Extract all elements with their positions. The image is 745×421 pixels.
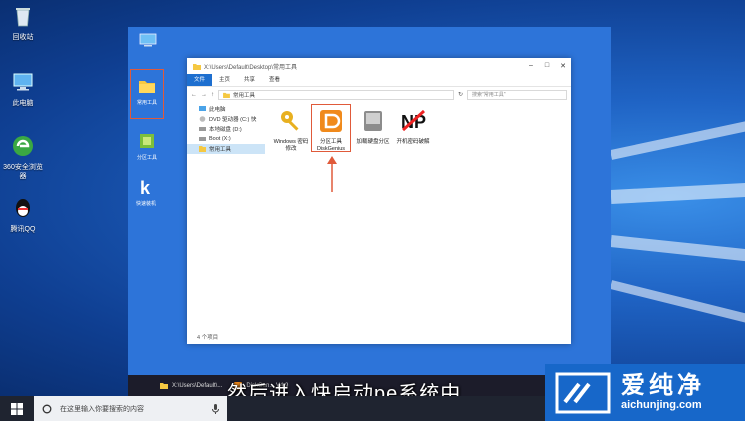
- windows-logo-icon: [11, 402, 23, 415]
- key-icon: [281, 111, 299, 131]
- file-item-diskgenius[interactable]: 分区工具 DiskGenius: [311, 104, 351, 152]
- nav-item-boot[interactable]: Boot (X:): [187, 134, 265, 144]
- wallpaper-beam: [609, 280, 745, 323]
- computer-icon: [139, 33, 157, 47]
- file-label: Windows 密码修改: [273, 139, 309, 152]
- watermark-brand: 爱纯净: [621, 372, 705, 399]
- ribbon-tabs: 文件 主页 共享 查看: [187, 74, 571, 86]
- folder-icon: [199, 146, 206, 152]
- vm-icon-common-tools[interactable]: 常用工具: [130, 69, 164, 119]
- minimize-button[interactable]: –: [523, 62, 539, 70]
- file-label: 分区工具 DiskGenius: [316, 139, 346, 152]
- wallpaper-beam: [609, 121, 745, 160]
- search-input[interactable]: 搜索"常用工具": [467, 89, 567, 100]
- maximize-button[interactable]: □: [539, 62, 555, 70]
- folder-icon: [139, 81, 155, 93]
- disk-icon: [364, 111, 382, 131]
- search-placeholder: 搜索"常用工具": [472, 92, 506, 98]
- desktop-icon-computer[interactable]: 此电脑: [0, 70, 46, 108]
- nav-item-label: 此电脑: [209, 107, 226, 113]
- address-row: ← → ↑ 常用工具 ↻ 搜索"常用工具": [187, 86, 571, 102]
- desktop-icon-label: 腾讯QQ: [10, 226, 36, 233]
- nav-item-label: 常用工具: [209, 147, 232, 153]
- microphone-icon[interactable]: [212, 403, 219, 414]
- vm-icon-quick-install[interactable]: k 快速装机: [129, 177, 163, 208]
- np-icon: NP: [401, 109, 426, 132]
- search-circle-icon: [42, 404, 52, 413]
- browser-icon: [13, 136, 33, 156]
- wallpaper-beam: [610, 235, 745, 262]
- arrow-annotation: [327, 156, 337, 192]
- navigation-pane: 此电脑 DVD 驱动器 (C:) 快 本地磁盘 (D:) Boot (X:) 常…: [187, 104, 265, 329]
- folder-icon: [223, 92, 230, 98]
- nav-item-label: DVD 驱动器 (C:) 快: [209, 117, 257, 123]
- file-item-windows-password[interactable]: Windows 密码修改: [271, 108, 311, 153]
- file-item-load-disk[interactable]: 加载硬盘分区: [353, 108, 393, 146]
- vm-icon-label: 分区工具: [136, 155, 157, 161]
- vm-task-label: X:\Users\Default\...: [172, 382, 223, 389]
- folder-icon: [193, 63, 201, 70]
- nav-item-common-tools[interactable]: 常用工具: [187, 144, 265, 154]
- status-bar: 4 个项目: [197, 335, 219, 341]
- tool-icon: [140, 134, 154, 148]
- vm-icon-label: 常用工具: [136, 100, 157, 106]
- host-desktop: 回收站 此电脑 360安全浏览器 腾讯QQ 常用工具 分区工具 k 快速装机 X…: [0, 0, 745, 396]
- file-label: 开机密码破解: [396, 139, 430, 145]
- up-button[interactable]: ↑: [211, 92, 214, 98]
- file-list: Windows 密码修改 分区工具 DiskGenius 加载硬盘分区 NP 开…: [271, 104, 567, 329]
- recycle-bin-icon: [16, 8, 30, 27]
- window-titlebar: X:\Users\Default\Desktop\常用工具 – □ ✕: [187, 58, 571, 74]
- taskbar-search-box[interactable]: 在这里输入你要搜索的内容: [34, 396, 227, 421]
- file-label: 加载硬盘分区: [356, 139, 390, 145]
- watermark-text: 爱纯净 aichunjing.com: [621, 373, 705, 412]
- computer-icon: [13, 73, 33, 91]
- wallpaper-beam: [610, 182, 745, 204]
- svg-text:k: k: [140, 178, 151, 197]
- address-bar[interactable]: 常用工具: [218, 89, 454, 100]
- brand-logo-icon: [555, 372, 611, 413]
- window-title: X:\Users\Default\Desktop\常用工具: [204, 64, 298, 71]
- tab-share[interactable]: 共享: [237, 74, 262, 86]
- desktop-icon-label: 此电脑: [12, 100, 34, 107]
- vm-icon-computer[interactable]: [131, 31, 165, 55]
- computer-icon: [199, 106, 206, 111]
- dvd-icon: [199, 116, 206, 122]
- close-button[interactable]: ✕: [555, 62, 571, 70]
- vm-task-explorer[interactable]: X:\Users\Default\...: [128, 375, 228, 396]
- watermark-url: aichunjing.com: [621, 399, 702, 411]
- tab-file[interactable]: 文件: [187, 74, 213, 86]
- desktop-icon-recycle-bin[interactable]: 回收站: [0, 4, 46, 42]
- file-item-np[interactable]: NP 开机密码破解: [393, 108, 433, 146]
- k-icon: k: [140, 178, 151, 198]
- start-button[interactable]: [0, 396, 34, 421]
- vm-icon-partition[interactable]: 分区工具: [130, 131, 164, 162]
- desktop-icon-label: 360安全浏览器: [3, 164, 43, 180]
- back-button[interactable]: ←: [191, 92, 197, 98]
- diskgenius-icon: [320, 110, 342, 132]
- nav-item-dvd[interactable]: DVD 驱动器 (C:) 快: [187, 114, 265, 124]
- refresh-icon[interactable]: ↻: [458, 91, 463, 98]
- disk-icon: [199, 127, 206, 131]
- taskbar-search-placeholder: 在这里输入你要搜索的内容: [60, 405, 144, 413]
- address-text: 常用工具: [233, 92, 256, 99]
- forward-button[interactable]: →: [201, 92, 207, 98]
- nav-item-local-disk[interactable]: 本地磁盘 (D:): [187, 124, 265, 134]
- tab-view[interactable]: 查看: [262, 74, 287, 86]
- video-subtitle: 然后进入快启动pe系统中: [227, 383, 462, 396]
- desktop-icon-label: 回收站: [12, 34, 34, 41]
- vm-icon-label: 快速装机: [135, 201, 156, 207]
- nav-item-label: Boot (X:): [209, 136, 231, 142]
- disk-icon: [199, 137, 206, 141]
- desktop-icon-browser[interactable]: 360安全浏览器: [0, 134, 46, 181]
- watermark-logo: 爱纯净 aichunjing.com: [545, 364, 745, 421]
- desktop-icon-qq[interactable]: 腾讯QQ: [0, 196, 46, 234]
- explorer-window: X:\Users\Default\Desktop\常用工具 – □ ✕ 文件 主…: [187, 58, 571, 344]
- nav-item-this-pc[interactable]: 此电脑: [187, 104, 265, 114]
- folder-icon: [160, 383, 168, 389]
- tab-home[interactable]: 主页: [212, 74, 237, 86]
- qq-icon: [16, 199, 30, 217]
- nav-item-label: 本地磁盘 (D:): [209, 127, 242, 133]
